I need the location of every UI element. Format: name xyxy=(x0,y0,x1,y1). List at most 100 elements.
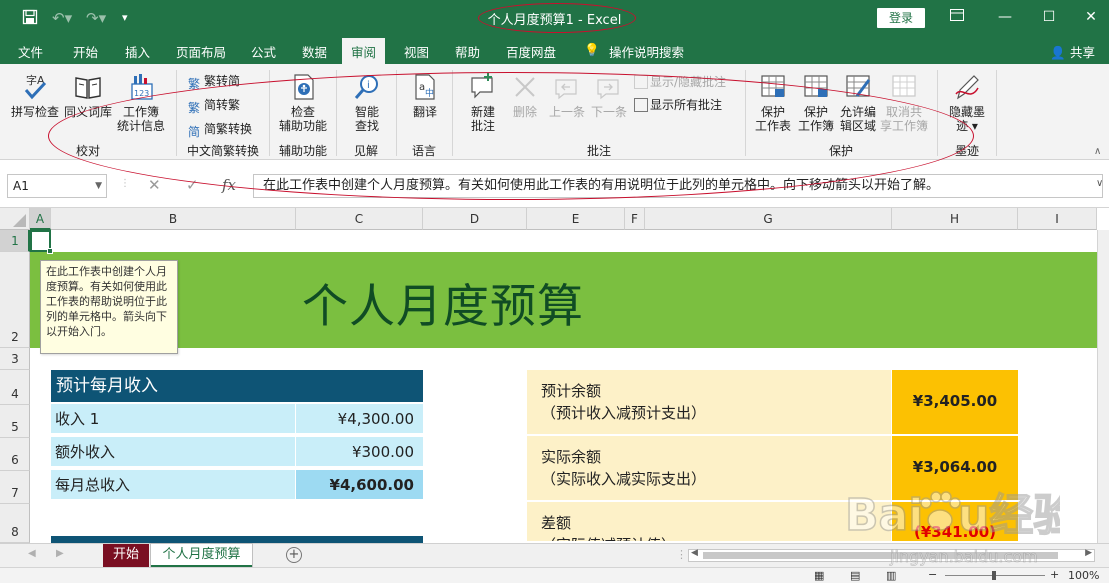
convert-label: 简繁转换 xyxy=(204,122,253,136)
show-all-comments-button[interactable]: 显示所有批注 xyxy=(634,96,722,113)
ribbon-tabs: 文件 开始 插入 页面布局 公式 数据 审阅 视图 帮助 百度网盘 💡 操作说明… xyxy=(0,36,1109,64)
collapse-ribbon-icon[interactable]: ∧ xyxy=(1094,146,1101,157)
balance-value-cell[interactable]: ¥3,405.00 xyxy=(892,370,1018,436)
insert-function-icon[interactable]: fx xyxy=(222,176,236,194)
ribbon-display-icon[interactable] xyxy=(942,6,972,28)
add-sheet-icon[interactable]: + xyxy=(286,547,302,563)
formula-input[interactable]: 在此工作表中创建个人月度预算。有关如何使用此工作表的有用说明位于此列的单元格中。… xyxy=(253,174,1103,198)
row-header[interactable]: 3 xyxy=(0,348,30,370)
redo-icon[interactable]: ↷▾ xyxy=(86,9,106,27)
tell-me-search[interactable]: 操作说明搜索 xyxy=(609,42,684,61)
column-header[interactable]: A xyxy=(30,208,51,230)
enter-icon[interactable]: ✓ xyxy=(186,176,199,194)
tab-baidu-netdisk[interactable]: 百度网盘 xyxy=(506,42,556,61)
workbook-stats-button[interactable]: 123 工作簿 统计信息 xyxy=(114,72,168,133)
zoom-level[interactable]: 100% xyxy=(1068,569,1099,582)
vertical-scrollbar[interactable] xyxy=(1097,230,1109,543)
expand-formula-bar-icon[interactable]: ∨ xyxy=(1096,178,1103,189)
row-header[interactable]: 6 xyxy=(0,438,30,471)
convert-button[interactable]: 简简繁转换 xyxy=(188,120,253,139)
scroll-right-icon[interactable]: ▶ xyxy=(56,548,64,559)
row-header[interactable]: 7 xyxy=(0,471,30,504)
balance-label-cell[interactable]: 预计余额 （预计收入减预计支出） xyxy=(527,370,891,436)
scroll-left-icon[interactable]: ◀ xyxy=(28,548,36,559)
simp-to-trad-icon: 繁 xyxy=(188,101,201,115)
formula-bar: A1 ▼ ⋮ ✕ ✓ fx 在此工作表中创建个人月度预算。有关如何使用此工作表的有… xyxy=(0,160,1109,208)
column-header[interactable]: H xyxy=(892,208,1018,230)
income-total-label-cell[interactable]: 每月总收入 xyxy=(51,470,295,501)
tab-splitter[interactable]: ⋮ xyxy=(676,548,687,561)
scroll-left-arrow-icon[interactable]: ◀ xyxy=(691,548,698,558)
tab-formulas[interactable]: 公式 xyxy=(251,42,276,61)
check-label-2: 辅助功能 xyxy=(278,119,327,133)
balance-label-cell[interactable]: 实际余额 （实际收入减实际支出） xyxy=(527,436,891,502)
select-all-corner[interactable] xyxy=(0,208,30,230)
income-total-value-cell[interactable]: ¥4,600.00 xyxy=(296,470,423,501)
scroll-right-arrow-icon[interactable]: ▶ xyxy=(1085,548,1092,558)
spelling-label: 拼写检查 xyxy=(10,105,59,119)
row-header[interactable]: 1 xyxy=(0,230,30,252)
to-traditional-button[interactable]: 繁简转繁 xyxy=(188,96,241,115)
undo-icon[interactable]: ↶▾ xyxy=(52,9,72,27)
tab-home[interactable]: 开始 xyxy=(73,42,98,61)
sheet-tab-start[interactable]: 开始 xyxy=(103,544,149,568)
to-traditional-label: 简转繁 xyxy=(204,98,241,112)
income-label-cell[interactable]: 收入 1 xyxy=(51,404,295,435)
hide-ink-button[interactable]: 隐藏墨 迹 ▾ xyxy=(944,72,990,133)
tab-help[interactable]: 帮助 xyxy=(455,42,480,61)
row-header[interactable]: 4 xyxy=(0,370,30,405)
tab-data[interactable]: 数据 xyxy=(302,42,327,61)
next-comment-button[interactable]: 下一条 xyxy=(588,72,630,119)
cancel-icon[interactable]: ✕ xyxy=(148,176,161,194)
balance-label-cell[interactable]: 差额 （实际值减预计值） xyxy=(527,502,891,543)
tab-view[interactable]: 视图 xyxy=(404,42,429,61)
maximize-button[interactable]: ☐ xyxy=(1034,6,1064,28)
income-header[interactable]: 预计每月收入 xyxy=(51,370,423,402)
column-header[interactable]: E xyxy=(527,208,625,230)
income-value-cell[interactable]: ¥4,300.00 xyxy=(296,404,423,435)
column-header[interactable]: F xyxy=(625,208,645,230)
check-accessibility-button[interactable]: 检查 辅助功能 xyxy=(274,72,332,133)
customize-toolbar-icon[interactable]: ▾ xyxy=(122,11,128,24)
allow-edit-ranges-label-1: 允许编 xyxy=(839,105,876,119)
income-label-cell[interactable]: 额外收入 xyxy=(51,437,295,468)
name-box-dropdown-icon[interactable]: ▼ xyxy=(95,175,102,197)
column-header[interactable]: G xyxy=(645,208,892,230)
previous-comment-button[interactable]: 上一条 xyxy=(546,72,588,119)
new-comment-button[interactable]: 新建 批注 xyxy=(460,72,506,133)
row-header[interactable]: 5 xyxy=(0,405,30,438)
minimize-button[interactable]: — xyxy=(990,6,1020,28)
allow-edit-ranges-label-2: 辑区域 xyxy=(839,119,876,133)
spelling-button[interactable]: 字A 拼写检查 xyxy=(8,72,62,119)
share-button[interactable]: 👤 共享 xyxy=(1050,42,1095,61)
smart-lookup-button[interactable]: i 智能 查找 xyxy=(342,72,392,133)
save-icon[interactable] xyxy=(22,9,38,29)
sheet-tab-budget[interactable]: 个人月度预算 xyxy=(151,544,252,568)
close-button[interactable]: ✕ xyxy=(1076,6,1106,28)
tab-review[interactable]: 审阅 xyxy=(342,38,386,64)
tab-page-layout[interactable]: 页面布局 xyxy=(176,42,226,61)
protect-sheet-button[interactable]: 保护 工作表 xyxy=(752,72,794,133)
delete-comment-button[interactable]: 删除 xyxy=(508,72,542,119)
group-label-proofing: 校对 xyxy=(75,144,100,158)
to-simplified-button[interactable]: 繁繁转简 xyxy=(188,72,240,91)
row-header[interactable]: 8 xyxy=(0,504,30,543)
tab-file[interactable]: 文件 xyxy=(18,42,43,61)
fill-handle[interactable] xyxy=(47,248,53,254)
name-box[interactable]: A1 ▼ xyxy=(7,174,107,198)
translate-button[interactable]: a中 翻译 xyxy=(402,72,448,119)
column-header[interactable]: B xyxy=(51,208,296,230)
login-button[interactable]: 登录 xyxy=(877,8,925,28)
protect-workbook-button[interactable]: 保护 工作簿 xyxy=(796,72,836,133)
show-hide-comment-button[interactable]: 显示/隐藏批注 xyxy=(634,73,726,90)
allow-edit-ranges-button[interactable]: 允许编 辑区域 xyxy=(838,72,878,133)
row-header[interactable]: 2 xyxy=(0,252,30,348)
column-header[interactable]: D xyxy=(423,208,527,230)
column-header[interactable]: I xyxy=(1018,208,1097,230)
normal-view-icon[interactable]: ▦ xyxy=(814,569,824,582)
tab-insert[interactable]: 插入 xyxy=(125,42,150,61)
column-header[interactable]: C xyxy=(296,208,423,230)
thesaurus-button[interactable]: 同义词库 xyxy=(62,72,114,119)
unshare-workbook-button[interactable]: 取消共 享工作簿 xyxy=(878,72,930,133)
income-value-cell[interactable]: ¥300.00 xyxy=(296,437,423,468)
